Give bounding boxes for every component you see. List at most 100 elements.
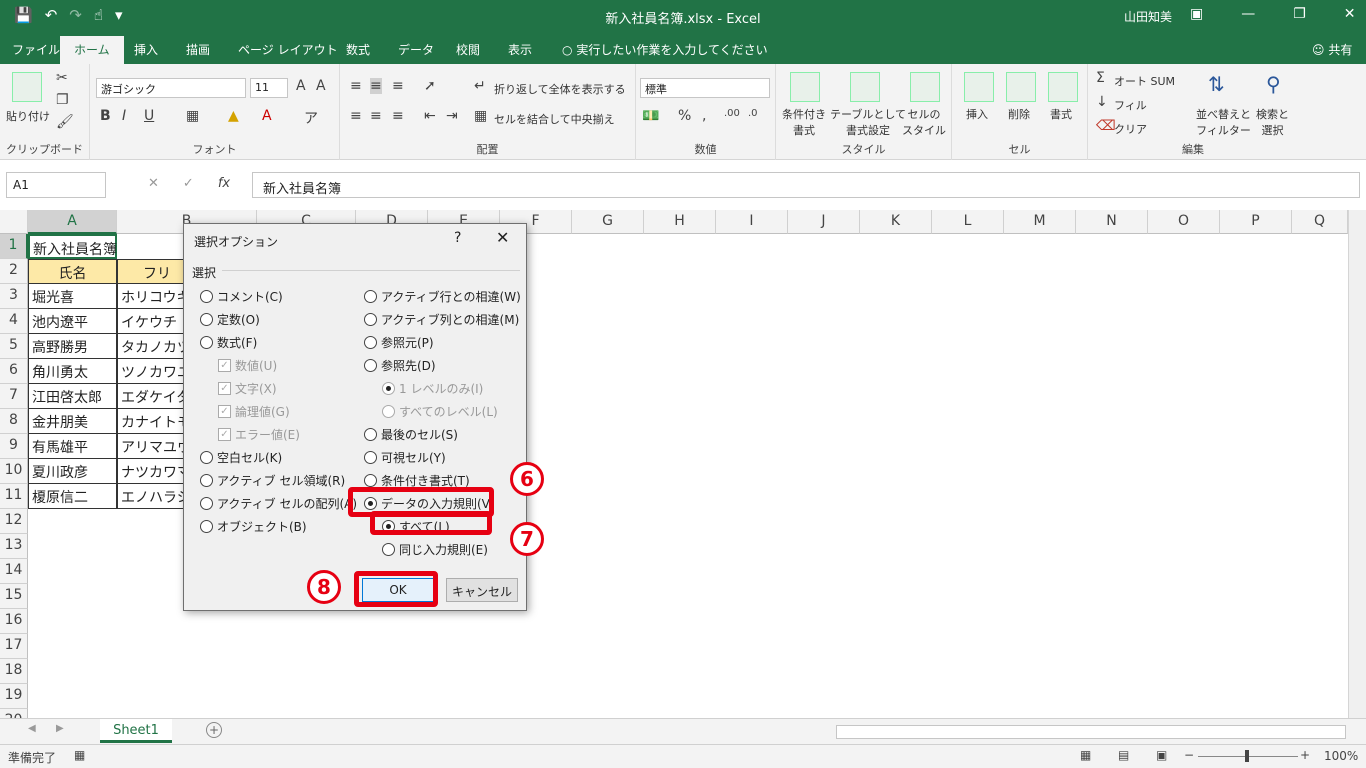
cell-styles-icon[interactable] — [910, 72, 940, 102]
close-icon[interactable]: ✕ — [1344, 6, 1356, 22]
row-header[interactable]: 8 — [0, 409, 28, 434]
column-header[interactable]: H — [644, 210, 716, 234]
tab-insert[interactable]: 挿入 — [134, 41, 158, 58]
insert-function-icon[interactable]: fx — [218, 176, 230, 191]
column-header[interactable]: P — [1220, 210, 1292, 234]
option-all-levels[interactable]: すべてのレベル(L) — [382, 403, 498, 420]
paste-button[interactable]: 貼り付け — [6, 108, 50, 124]
tab-home[interactable]: ホーム — [60, 36, 124, 64]
align-bottom-icon[interactable]: ≡ — [392, 78, 404, 94]
option-objects[interactable]: オブジェクト(B) — [200, 518, 307, 535]
cell-name[interactable]: 金井朋美 — [28, 409, 117, 434]
tab-review[interactable]: 校閲 — [456, 41, 480, 58]
autosum-button[interactable]: オート SUM — [1114, 73, 1175, 89]
column-header[interactable]: Q — [1292, 210, 1348, 234]
row-header[interactable]: 1 — [0, 234, 28, 259]
option-dependents[interactable]: 参照先(D) — [364, 357, 436, 374]
tab-file[interactable]: ファイル — [12, 41, 60, 58]
row-header[interactable]: 4 — [0, 309, 28, 334]
option-visible-cells[interactable]: 可視セル(Y) — [364, 449, 446, 466]
row-header[interactable]: 20 — [0, 709, 28, 718]
enter-icon[interactable]: ✓ — [183, 176, 194, 191]
format-table-button[interactable]: テーブルとして 書式設定 — [830, 106, 906, 138]
wrap-text-button[interactable]: 折り返して全体を表示する — [494, 81, 626, 97]
wrap-text-icon[interactable]: ↵ — [474, 78, 486, 94]
tab-page-layout[interactable]: ページ レイアウト — [238, 41, 338, 58]
find-icon[interactable]: ⚲ — [1266, 72, 1281, 96]
conditional-format-button[interactable]: 条件付き 書式 — [782, 106, 826, 138]
row-header[interactable]: 13 — [0, 534, 28, 559]
merge-center-button[interactable]: セルを結合して中央揃え — [494, 111, 615, 127]
vertical-scrollbar[interactable] — [1348, 210, 1366, 718]
option-blanks[interactable]: 空白セル(K) — [200, 449, 282, 466]
formula-input[interactable]: 新入社員名簿 — [252, 172, 1360, 198]
fill-button[interactable]: フィル — [1114, 97, 1147, 113]
option-precedents[interactable]: 参照元(P) — [364, 334, 434, 351]
number-format-combo[interactable]: 標準 — [640, 78, 770, 98]
eraser-icon[interactable]: ⌫ — [1096, 118, 1116, 134]
column-header[interactable]: G — [572, 210, 644, 234]
user-name[interactable]: 山田知美 — [1124, 8, 1172, 25]
increase-indent-icon[interactable]: ⇥ — [446, 108, 458, 124]
row-header[interactable]: 15 — [0, 584, 28, 609]
cancel-icon[interactable]: ✕ — [148, 176, 159, 191]
option-row-differences[interactable]: アクティブ行との相違(W) — [364, 288, 521, 305]
cell-name[interactable]: 高野勝男 — [28, 334, 117, 359]
row-header[interactable]: 7 — [0, 384, 28, 409]
font-name-combo[interactable]: 游ゴシック — [96, 78, 246, 98]
next-sheet-icon[interactable]: ▶ — [56, 723, 64, 734]
cell-name[interactable]: 池内遼平 — [28, 309, 117, 334]
row-header[interactable]: 11 — [0, 484, 28, 509]
increase-decimal-icon[interactable]: .00 — [724, 108, 740, 119]
help-icon[interactable]: ? — [454, 230, 461, 246]
column-header[interactable]: M — [1004, 210, 1076, 234]
add-sheet-icon[interactable]: + — [206, 722, 222, 738]
ribbon-display-icon[interactable]: ▣ — [1190, 6, 1203, 22]
italic-icon[interactable]: I — [122, 108, 126, 124]
column-header[interactable]: I — [716, 210, 788, 234]
format-painter-icon[interactable]: 🖌 — [56, 114, 74, 130]
cell-name[interactable]: 江田啓太郎 — [28, 384, 117, 409]
option-validation-same[interactable]: 同じ入力規則(E) — [382, 541, 488, 558]
column-header[interactable]: J — [788, 210, 860, 234]
zoom-slider-thumb[interactable] — [1245, 750, 1249, 762]
cell-name[interactable]: 堀光喜 — [28, 284, 117, 309]
merge-icon[interactable]: ▦ — [474, 108, 487, 124]
cell-header-name[interactable]: 氏名 — [28, 259, 117, 284]
option-current-region[interactable]: アクティブ セル領域(R) — [200, 472, 345, 489]
copy-icon[interactable]: ❐ — [56, 92, 69, 108]
font-size-combo[interactable]: 11 — [250, 78, 288, 98]
find-select-button[interactable]: 検索と 選択 — [1256, 106, 1289, 138]
minimize-icon[interactable]: — — [1241, 6, 1255, 22]
cell-name[interactable]: 夏川政彦 — [28, 459, 117, 484]
fill-color-icon[interactable]: ▲ — [228, 108, 239, 124]
tab-formulas[interactable]: 数式 — [346, 41, 370, 58]
tab-view[interactable]: 表示 — [508, 41, 532, 58]
format-table-icon[interactable] — [850, 72, 880, 102]
sort-filter-icon[interactable]: ⇅ — [1208, 72, 1225, 96]
name-box[interactable]: A1 — [6, 172, 106, 198]
check-errors[interactable]: ✓ エラー値(E) — [218, 426, 300, 443]
tell-me-search[interactable]: ○ 実行したい作業を入力してください — [562, 41, 768, 58]
horizontal-scrollbar[interactable] — [836, 725, 1346, 739]
row-header[interactable]: 6 — [0, 359, 28, 384]
bold-icon[interactable]: B — [100, 108, 111, 124]
option-last-cell[interactable]: 最後のセル(S) — [364, 426, 458, 443]
check-text[interactable]: ✓ 文字(X) — [218, 380, 277, 397]
underline-icon[interactable]: U — [144, 108, 154, 124]
delete-cells-icon[interactable] — [1006, 72, 1036, 102]
decrease-decimal-icon[interactable]: .0 — [748, 108, 758, 119]
align-center-icon[interactable]: ≡ — [370, 108, 382, 124]
maximize-icon[interactable]: ❐ — [1293, 6, 1306, 22]
column-header[interactable]: A — [28, 210, 117, 234]
page-break-view-icon[interactable]: ▣ — [1156, 748, 1167, 762]
comma-icon[interactable]: , — [702, 108, 706, 124]
conditional-format-icon[interactable] — [790, 72, 820, 102]
decrease-indent-icon[interactable]: ⇤ — [424, 108, 436, 124]
column-header[interactable]: N — [1076, 210, 1148, 234]
autosum-icon[interactable]: Σ — [1096, 70, 1105, 86]
tab-data[interactable]: データ — [398, 41, 434, 58]
row-header[interactable]: 12 — [0, 509, 28, 534]
cut-icon[interactable]: ✂ — [56, 70, 68, 86]
share-button[interactable]: ☺ 共有 — [1312, 41, 1352, 58]
